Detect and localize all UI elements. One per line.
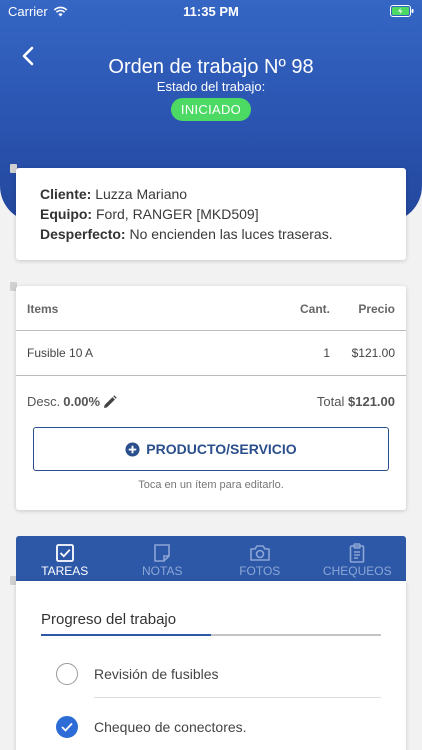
status-subtitle: Estado del trabajo: bbox=[156, 79, 266, 94]
status-time: 11:35 PM bbox=[183, 4, 239, 19]
task-checkbox-checked[interactable] bbox=[56, 716, 78, 738]
tab-fotos-label: FOTOS bbox=[239, 564, 281, 578]
progress-bar-fill bbox=[41, 634, 211, 636]
items-card: Items Cant. Precio Fusible 10 A 1 $121.0… bbox=[16, 286, 406, 510]
divider bbox=[16, 375, 406, 376]
discount-control[interactable]: Desc. 0.00% bbox=[27, 394, 117, 409]
items-column-header: Items bbox=[27, 302, 59, 316]
camera-icon bbox=[249, 545, 270, 561]
tab-notas-label: NOTAS bbox=[142, 564, 183, 578]
client-value: Luzza Mariano bbox=[95, 186, 188, 202]
task-divider bbox=[94, 697, 381, 698]
work-order-info-card: Cliente: Luzza Mariano Equipo: Ford, RAN… bbox=[16, 168, 406, 260]
tab-fotos[interactable]: FOTOS bbox=[211, 536, 309, 581]
equipment-value: Ford, RANGER [MKD509] bbox=[96, 206, 259, 222]
item-qty: 1 bbox=[323, 346, 330, 360]
clipboard-icon bbox=[349, 543, 365, 563]
plus-circle-icon bbox=[125, 441, 140, 457]
check-icon bbox=[61, 722, 73, 732]
tab-chequeos[interactable]: CHEQUEOS bbox=[309, 536, 407, 581]
status-badge-wrap: INICIADO bbox=[0, 98, 422, 121]
total-block: Total $121.00 bbox=[317, 394, 395, 409]
qty-column-header: Cant. bbox=[300, 302, 330, 316]
tab-tareas-label: TAREAS bbox=[41, 564, 89, 578]
item-name: Fusible 10 A bbox=[27, 346, 94, 360]
client-label: Cliente: bbox=[40, 186, 92, 202]
issue-label: Desperfecto: bbox=[40, 226, 126, 242]
tasks-panel: Progreso del trabajo Revisión de fusible… bbox=[16, 581, 406, 750]
client-line: Cliente: Luzza Mariano bbox=[40, 184, 382, 204]
pencil-icon[interactable] bbox=[103, 394, 117, 409]
price-column-header: Precio bbox=[358, 302, 395, 316]
issue-value: No encienden las luces traseras. bbox=[129, 226, 333, 242]
add-product-service-button[interactable]: PRODUCTO/SERVICIO bbox=[33, 427, 389, 471]
add-button-label: PRODUCTO/SERVICIO bbox=[146, 441, 297, 457]
total-value: $121.00 bbox=[348, 394, 395, 409]
battery-icon bbox=[390, 5, 414, 20]
task-checkbox-empty[interactable] bbox=[56, 663, 78, 685]
task-label: Revisión de fusibles bbox=[94, 666, 219, 682]
issue-line: Desperfecto: No encienden las luces tras… bbox=[40, 224, 382, 244]
page-title: Orden de trabajo Nº 98 bbox=[108, 56, 314, 78]
equipment-label: Equipo: bbox=[40, 206, 93, 222]
equipment-line: Equipo: Ford, RANGER [MKD509] bbox=[40, 204, 382, 224]
tab-chequeos-label: CHEQUEOS bbox=[322, 564, 392, 578]
edit-hint: Toca en un ítem para editarlo. bbox=[138, 479, 284, 491]
status-badge: INICIADO bbox=[170, 98, 252, 121]
task-item[interactable]: Chequeo de conectores. bbox=[56, 704, 381, 750]
checkbox-icon bbox=[55, 544, 74, 562]
tab-bar: TAREAS NOTAS FOTOS CHEQUEOS bbox=[16, 536, 406, 581]
discount-value: 0.00% bbox=[63, 394, 101, 409]
task-item[interactable]: Revisión de fusibles bbox=[56, 651, 381, 697]
task-label: Chequeo de conectores. bbox=[94, 719, 247, 735]
total-label: Total bbox=[316, 394, 345, 409]
discount-label: Desc. bbox=[27, 394, 61, 409]
status-bar: Carrier 11:35 PM bbox=[0, 0, 422, 22]
item-price: $121.00 bbox=[351, 346, 395, 360]
divider bbox=[16, 330, 406, 331]
tab-notas[interactable]: NOTAS bbox=[114, 536, 212, 581]
progress-label: Progreso del trabajo bbox=[41, 611, 177, 628]
tab-tareas[interactable]: TAREAS bbox=[16, 536, 114, 581]
note-icon bbox=[154, 544, 171, 562]
progress-bar bbox=[41, 634, 381, 636]
